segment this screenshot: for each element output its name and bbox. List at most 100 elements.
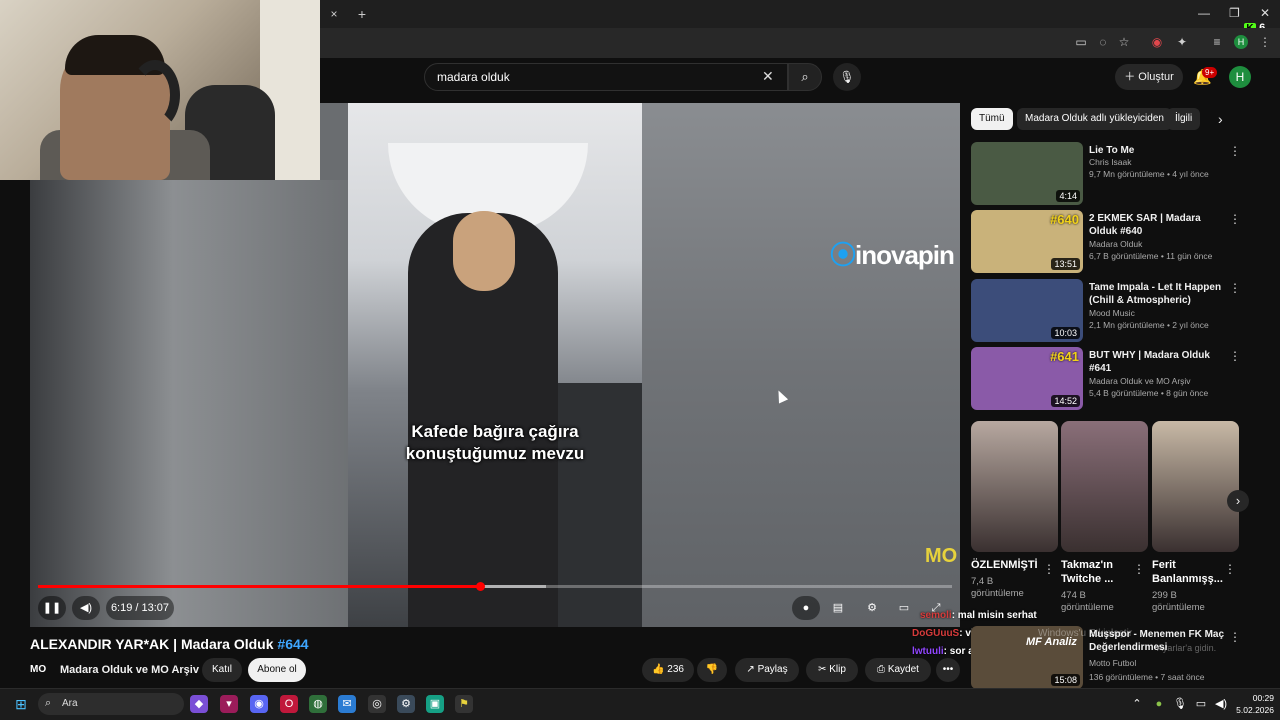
- volume-tray-icon[interactable]: ◀): [1212, 695, 1230, 713]
- tray-app-icon[interactable]: ●: [1150, 695, 1168, 713]
- volume-button[interactable]: ◀): [72, 596, 100, 620]
- app-icon[interactable]: ✉: [338, 695, 356, 713]
- pause-button[interactable]: ❚❚: [38, 596, 66, 620]
- recommended-video[interactable]: 4:14 Lie To Me Chris Isaak 9,7 Mn görüntüle…: [971, 142, 1251, 206]
- video-hashtag[interactable]: #644: [277, 636, 308, 652]
- account-avatar[interactable]: H: [1229, 66, 1251, 88]
- subtitles-button[interactable]: ▤: [826, 596, 850, 620]
- chat-message: semoli: mal misin serhat: [920, 610, 1037, 621]
- discord-icon[interactable]: ◉: [250, 695, 268, 713]
- autoplay-toggle[interactable]: ●: [792, 596, 820, 620]
- windows-start-icon[interactable]: ⊞: [12, 695, 30, 713]
- recommended-video[interactable]: #641 14:52 BUT WHY | Madara Olduk #641 Mada…: [971, 347, 1251, 411]
- reading-list-icon[interactable]: ≡: [1210, 35, 1224, 49]
- minimize-button[interactable]: —: [1198, 6, 1210, 20]
- menu-kebab-icon[interactable]: ⋮: [1258, 35, 1272, 49]
- short-thumbnail[interactable]: [1061, 421, 1148, 552]
- settings-icon[interactable]: ⚙: [397, 695, 415, 713]
- chip-from-uploader[interactable]: Madara Olduk adlı yükleyiciden: [1017, 108, 1172, 130]
- video-meta: 136 görüntüleme • 7 saat önce: [1089, 672, 1205, 682]
- dislike-button[interactable]: 👎: [697, 658, 727, 682]
- channel-name[interactable]: Chris Isaak: [1089, 157, 1132, 167]
- cast-icon[interactable]: ▭: [1074, 35, 1088, 49]
- taskbar-time[interactable]: 00:29: [1234, 693, 1274, 703]
- more-options-icon[interactable]: ⋮: [1229, 144, 1241, 158]
- bookmark-star-icon[interactable]: ☆: [1117, 35, 1131, 49]
- short-title[interactable]: Takmaz'ın Twitche ...: [1061, 558, 1137, 586]
- opera-icon[interactable]: O: [280, 695, 298, 713]
- short-thumbnail[interactable]: [1152, 421, 1239, 552]
- man-face: [453, 211, 515, 291]
- video-thumbnail[interactable]: 4:14: [971, 142, 1083, 205]
- clip-button[interactable]: ✂ Klip: [806, 658, 858, 682]
- more-options-icon[interactable]: ⋮: [1229, 281, 1241, 295]
- recommended-video[interactable]: #640 13:51 2 EKMEK SAR | Madara Olduk #640…: [971, 210, 1251, 274]
- video-thumbnail[interactable]: #640 13:51: [971, 210, 1083, 273]
- like-button[interactable]: 👍 236: [642, 658, 694, 682]
- more-options-icon[interactable]: ⋮: [1043, 562, 1055, 576]
- extensions-puzzle-icon[interactable]: ✦: [1175, 35, 1189, 49]
- app-icon[interactable]: ▾: [220, 695, 238, 713]
- more-options-icon[interactable]: ⋮: [1133, 562, 1145, 576]
- theater-button[interactable]: ▭: [892, 596, 916, 620]
- short-title[interactable]: ÖZLENMİŞTİ: [971, 558, 1047, 572]
- app-icon[interactable]: ◎: [368, 695, 386, 713]
- more-options-icon[interactable]: ⋮: [1229, 212, 1241, 226]
- subscribe-button[interactable]: Abone ol: [248, 658, 306, 682]
- more-actions-button[interactable]: •••: [936, 658, 960, 682]
- app-icon[interactable]: ▣: [426, 695, 444, 713]
- extension-shield-icon[interactable]: ◉: [1150, 35, 1164, 49]
- taskbar-search[interactable]: Ara: [38, 693, 184, 715]
- restore-button[interactable]: ❐: [1229, 6, 1240, 20]
- tray-chevron-icon[interactable]: ⌃: [1128, 695, 1146, 713]
- channel-name[interactable]: Madara Olduk: [1089, 239, 1142, 249]
- more-options-icon[interactable]: ⋮: [1229, 630, 1241, 644]
- create-button[interactable]: ＋ Oluştur: [1115, 64, 1183, 90]
- video-title[interactable]: 2 EKMEK SAR | Madara Olduk #640: [1089, 212, 1229, 238]
- eye-off-icon[interactable]: ◌: [1096, 35, 1110, 49]
- copilot-icon[interactable]: ◆: [190, 695, 208, 713]
- app-icon[interactable]: ⚑: [455, 695, 473, 713]
- channel-avatar[interactable]: MO: [30, 659, 52, 681]
- more-options-icon[interactable]: ⋮: [1229, 349, 1241, 363]
- clear-search-icon[interactable]: ✕: [762, 68, 774, 85]
- short-thumbnail[interactable]: [971, 421, 1058, 552]
- settings-button[interactable]: ⚙: [860, 596, 884, 620]
- shorts-next-button[interactable]: ›: [1227, 490, 1249, 512]
- search-button[interactable]: ⌕: [788, 63, 822, 91]
- taskbar-date[interactable]: 5.02.2026: [1234, 705, 1274, 715]
- channel-name[interactable]: Madara Olduk ve MO Arşiv: [60, 664, 199, 676]
- short-title[interactable]: Ferit Banlanmışş...: [1152, 558, 1228, 586]
- new-tab-button[interactable]: +: [354, 6, 370, 22]
- recommended-video[interactable]: 10:03 Tame Impala - Let It Happen (Chill …: [971, 279, 1251, 343]
- tab-close-button[interactable]: ×: [326, 7, 342, 21]
- video-player[interactable]: Kafede bağıra çağıra konuştuğumuz mevzu …: [30, 103, 960, 627]
- video-title[interactable]: BUT WHY | Madara Olduk #641: [1089, 349, 1229, 375]
- close-window-button[interactable]: ✕: [1260, 6, 1270, 20]
- more-options-icon[interactable]: ⋮: [1224, 562, 1236, 576]
- video-title[interactable]: Lie To Me: [1089, 144, 1229, 157]
- voice-search-button[interactable]: 🎙: [833, 63, 861, 91]
- video-title[interactable]: Tame Impala - Let It Happen (Chill & Atm…: [1089, 281, 1229, 307]
- save-button[interactable]: ⎙ Kaydet: [865, 658, 931, 682]
- chip-all[interactable]: Tümü: [971, 108, 1013, 130]
- join-button[interactable]: Katıl: [202, 658, 242, 682]
- webcam-overlay: [0, 0, 320, 180]
- browser-toolbar: [320, 28, 1280, 58]
- video-meta: 9,7 Mn görüntüleme • 4 yıl önce: [1089, 169, 1209, 179]
- network-icon[interactable]: ▭: [1192, 695, 1210, 713]
- search-input[interactable]: madara olduk: [424, 63, 788, 91]
- channel-name[interactable]: Madara Olduk ve MO Arşiv: [1089, 376, 1191, 386]
- profile-avatar[interactable]: H: [1234, 35, 1248, 49]
- video-thumbnail[interactable]: 10:03: [971, 279, 1083, 342]
- blurred-background-right: [642, 103, 960, 627]
- channel-name[interactable]: Motto Futbol: [1089, 658, 1136, 668]
- chips-next-chevron-icon[interactable]: ›: [1218, 111, 1223, 127]
- chip-related[interactable]: İlgili: [1167, 108, 1201, 130]
- share-button[interactable]: ↗ Paylaş: [735, 658, 799, 682]
- video-thumbnail[interactable]: #641 14:52: [971, 347, 1083, 410]
- headphones: [130, 60, 180, 130]
- chrome-icon[interactable]: ◍: [309, 695, 327, 713]
- microphone-tray-icon[interactable]: 🎙: [1171, 695, 1189, 713]
- channel-name[interactable]: Mood Music: [1089, 308, 1135, 318]
